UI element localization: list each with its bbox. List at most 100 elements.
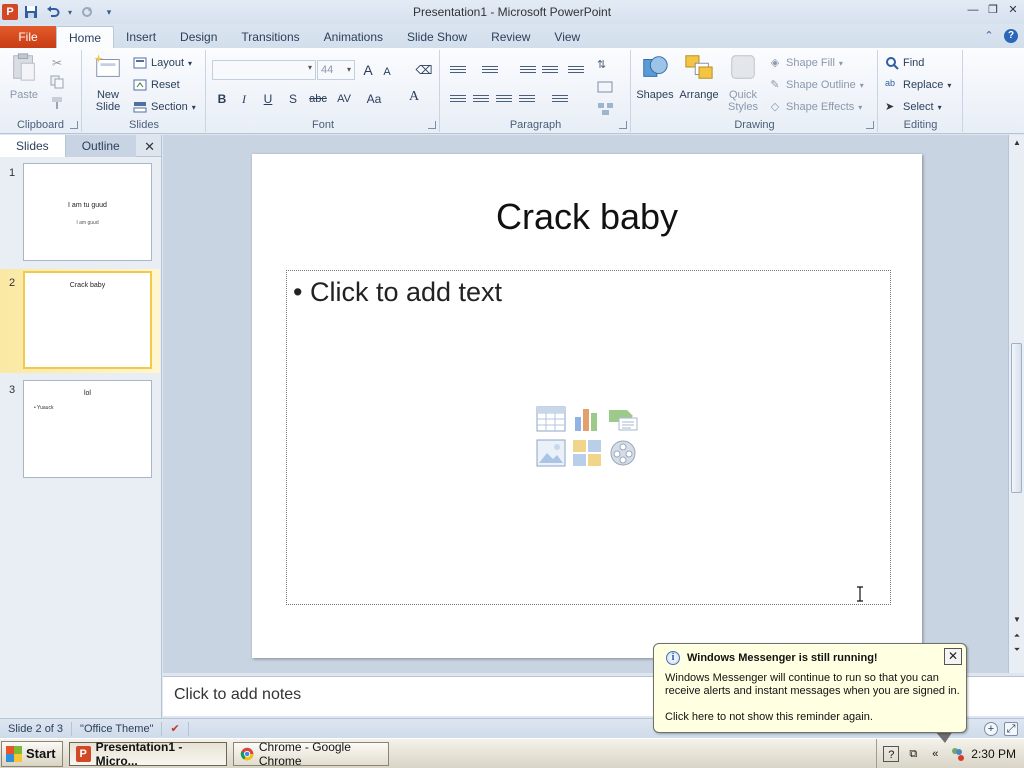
minimize-icon[interactable]: — [966,3,980,17]
restore-icon[interactable]: ❐ [986,3,1000,17]
font-size-dropdown-icon[interactable]: ▾ [347,61,351,79]
shapes-button[interactable]: Shapes [634,52,676,101]
shadow-button[interactable]: S [284,90,302,108]
grow-font-button[interactable]: A [359,61,377,79]
align-right-icon[interactable] [495,93,513,107]
insert-table-icon[interactable] [535,404,567,434]
font-name-combobox[interactable]: ▾ [212,60,316,80]
slide-thumbnail-3[interactable]: 3 lol • Yuauck [0,380,160,484]
help-tray-icon[interactable]: ? [883,746,900,762]
new-slide-button[interactable]: New Slide [87,52,129,113]
start-button[interactable]: Start [1,740,63,767]
save-icon[interactable] [22,3,40,21]
cut-icon[interactable]: ✂ [48,54,66,72]
underline-button[interactable]: U [259,90,277,108]
tab-file[interactable]: File [0,26,56,48]
tab-outline[interactable]: Outline [65,135,136,157]
find-button[interactable]: Find [885,54,924,72]
fit-to-window-icon[interactable]: ⤢ [1004,722,1018,736]
spell-check-icon[interactable]: ✔ [162,721,189,736]
justify-icon[interactable] [518,93,536,107]
tab-animations[interactable]: Animations [312,26,395,48]
paragraph-launcher-icon[interactable] [619,121,627,129]
copy-icon[interactable] [48,75,66,93]
tab-design[interactable]: Design [168,26,229,48]
clear-formatting-icon[interactable]: ⌫ [415,61,433,79]
tab-view[interactable]: View [542,26,592,48]
shrink-font-button[interactable]: A [378,63,396,81]
tab-home[interactable]: Home [56,26,115,48]
arrange-button[interactable]: Arrange [678,52,720,101]
italic-button[interactable]: I [235,90,253,108]
undo-dropdown-icon[interactable]: ▾ [66,3,74,21]
insert-media-icon[interactable] [607,438,639,468]
clipboard-launcher-icon[interactable] [70,121,78,129]
clock[interactable]: 2:30 PM [971,747,1016,761]
tab-slides[interactable]: Slides [0,135,66,157]
decrease-indent-icon[interactable] [519,64,537,78]
font-size-combobox[interactable]: 44 ▾ [317,60,355,80]
help-icon[interactable]: ? [1004,29,1018,43]
shape-effects-button[interactable]: ◇ Shape Effects ▾ [768,98,863,116]
notification-close-button[interactable]: ✕ [944,648,962,665]
replace-button[interactable]: ab Replace ▾ [885,76,951,94]
current-slide[interactable]: Crack baby • Click to add text [252,154,922,658]
messenger-icon[interactable] [949,746,965,762]
line-spacing-icon[interactable] [567,64,585,78]
insert-smartart-icon[interactable] [607,404,639,434]
section-button[interactable]: Section ▾ [133,98,196,116]
network-icon[interactable]: ⧉ [905,746,921,762]
taskbar-item-chrome[interactable]: Chrome - Google Chrome [232,740,389,768]
slide-thumbnail-1[interactable]: 1 I am tu guud I am guud [0,163,160,267]
font-launcher-icon[interactable] [428,121,436,129]
character-spacing-button[interactable]: AV [333,90,355,108]
numbering-icon[interactable] [481,64,499,78]
redo-icon[interactable] [78,3,96,21]
align-left-icon[interactable] [449,93,467,107]
strikethrough-button[interactable]: abc [307,90,329,108]
content-placeholder[interactable]: • Click to add text [286,270,891,605]
slide-title[interactable]: Crack baby [252,196,922,238]
scroll-up-icon[interactable]: ▲ [1012,138,1022,147]
bold-button[interactable]: B [213,90,231,108]
notes-placeholder[interactable]: Click to add notes [174,686,301,704]
next-slide-icon[interactable]: ⏷ [1012,645,1022,655]
reset-button[interactable]: Reset [133,76,180,94]
insert-picture-icon[interactable] [535,438,567,468]
show-hidden-icons-icon[interactable]: « [927,746,943,762]
change-case-button[interactable]: Aa [363,90,385,108]
slide-thumbnail-2[interactable]: 2 Crack baby [0,269,160,373]
undo-icon[interactable] [44,3,62,21]
close-pane-icon[interactable]: ✕ [144,139,155,155]
insert-chart-icon[interactable] [571,404,603,434]
increase-indent-icon[interactable] [541,64,559,78]
drawing-launcher-icon[interactable] [866,121,874,129]
text-direction-icon[interactable]: ⇅ [597,58,615,72]
minimize-ribbon-icon[interactable]: ⌃ [982,29,996,43]
tab-transitions[interactable]: Transitions [229,26,311,48]
taskbar-item-powerpoint[interactable]: P Presentation1 - Micro... [68,740,227,768]
tab-slide-show[interactable]: Slide Show [395,26,479,48]
scroll-thumb[interactable] [1011,343,1022,493]
format-painter-icon[interactable] [48,96,66,114]
shape-fill-button[interactable]: ◈ Shape Fill ▾ [768,54,843,72]
font-name-dropdown-icon[interactable]: ▾ [308,63,312,72]
convert-to-smartart-icon[interactable] [597,102,615,116]
tab-insert[interactable]: Insert [114,26,168,48]
content-placeholder-text[interactable]: • Click to add text [293,277,502,308]
dont-show-again-link[interactable]: Click here to not show this reminder aga… [665,711,873,723]
close-icon[interactable]: ✕ [1006,3,1020,17]
insert-clip-art-icon[interactable] [571,438,603,468]
tab-review[interactable]: Review [479,26,542,48]
align-center-icon[interactable] [472,93,490,107]
vertical-scrollbar[interactable]: ▲ ▼ ⏶ ⏷ [1008,135,1024,673]
bullets-icon[interactable] [449,64,467,78]
customize-qat-icon[interactable]: ▾ [100,3,118,21]
quick-styles-button[interactable]: Quick Styles [722,52,764,113]
previous-slide-icon[interactable]: ⏶ [1012,631,1022,641]
layout-button[interactable]: Layout ▾ [133,54,192,72]
zoom-in-icon[interactable]: + [984,722,998,736]
shape-outline-button[interactable]: ✎ Shape Outline ▾ [768,76,863,94]
powerpoint-app-icon[interactable]: P [2,4,18,20]
font-color-button[interactable]: A [405,88,423,106]
